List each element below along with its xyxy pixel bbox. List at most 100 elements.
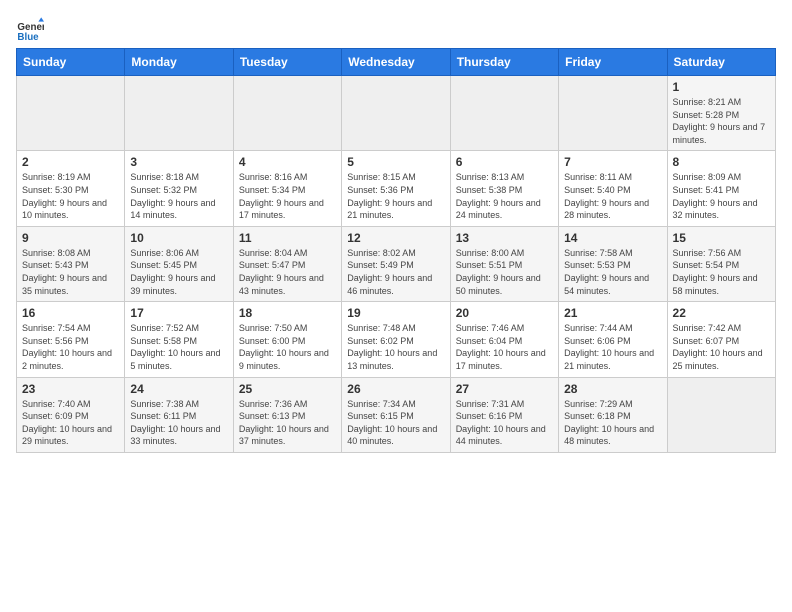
calendar-day-cell (450, 76, 558, 151)
day-number: 19 (347, 306, 444, 320)
calendar-day-cell: 22Sunrise: 7:42 AM Sunset: 6:07 PM Dayli… (667, 302, 775, 377)
calendar-day-cell: 2Sunrise: 8:19 AM Sunset: 5:30 PM Daylig… (17, 151, 125, 226)
day-info: Sunrise: 7:44 AM Sunset: 6:06 PM Dayligh… (564, 322, 661, 372)
day-number: 4 (239, 155, 336, 169)
day-info: Sunrise: 7:46 AM Sunset: 6:04 PM Dayligh… (456, 322, 553, 372)
day-info: Sunrise: 8:21 AM Sunset: 5:28 PM Dayligh… (673, 96, 770, 146)
calendar-day-cell: 24 Sunrise: 7:38 AM Sunset: 6:11 PM Dayli… (125, 377, 233, 452)
day-number: 27 (456, 382, 553, 396)
calendar-day-cell (342, 76, 450, 151)
day-number: 26 (347, 382, 444, 396)
day-number: 15 (673, 231, 770, 245)
day-number: 14 (564, 231, 661, 245)
day-info: Sunrise: 8:08 AM Sunset: 5:43 PM Dayligh… (22, 247, 119, 297)
day-info: Sunrise: 7:48 AM Sunset: 6:02 PM Dayligh… (347, 322, 444, 372)
day-info: Sunrise: 7:31 AM Sunset: 6:16 PM Dayligh… (456, 398, 553, 448)
day-info: Sunrise: 7:40 AM Sunset: 6:09 PM Dayligh… (22, 398, 119, 448)
calendar-week-row: 1 Sunrise: 8:21 AM Sunset: 5:28 PM Daylig… (17, 76, 776, 151)
day-number: 17 (130, 306, 227, 320)
calendar-day-cell: 5 Sunrise: 8:15 AM Sunset: 5:36 PM Daylig… (342, 151, 450, 226)
calendar-day-cell (125, 76, 233, 151)
calendar-day-cell: 13 Sunrise: 8:00 AM Sunset: 5:51 PM Dayli… (450, 226, 558, 301)
calendar-week-row: 23Sunrise: 7:40 AM Sunset: 6:09 PM Dayli… (17, 377, 776, 452)
day-info: Sunrise: 7:54 AM Sunset: 5:56 PM Dayligh… (22, 322, 119, 372)
calendar-day-cell: 4 Sunrise: 8:16 AM Sunset: 5:34 PM Daylig… (233, 151, 341, 226)
day-number: 12 (347, 231, 444, 245)
day-info: Sunrise: 7:34 AM Sunset: 6:15 PM Dayligh… (347, 398, 444, 448)
calendar-day-cell: 17 Sunrise: 7:52 AM Sunset: 5:58 PM Dayli… (125, 302, 233, 377)
weekday-header: Sunday (17, 49, 125, 76)
calendar-day-cell: 20 Sunrise: 7:46 AM Sunset: 6:04 PM Dayli… (450, 302, 558, 377)
svg-text:Blue: Blue (17, 32, 39, 43)
weekday-header: Saturday (667, 49, 775, 76)
day-number: 13 (456, 231, 553, 245)
weekday-header: Tuesday (233, 49, 341, 76)
calendar-day-cell: 15 Sunrise: 7:56 AM Sunset: 5:54 PM Dayli… (667, 226, 775, 301)
day-info: Sunrise: 7:38 AM Sunset: 6:11 PM Dayligh… (130, 398, 227, 448)
calendar-day-cell: 6 Sunrise: 8:13 AM Sunset: 5:38 PM Daylig… (450, 151, 558, 226)
logo-icon: General Blue (16, 16, 44, 44)
calendar-day-cell: 3 Sunrise: 8:18 AM Sunset: 5:32 PM Daylig… (125, 151, 233, 226)
day-info: Sunrise: 8:04 AM Sunset: 5:47 PM Dayligh… (239, 247, 336, 297)
day-info: Sunrise: 8:06 AM Sunset: 5:45 PM Dayligh… (130, 247, 227, 297)
day-info: Sunrise: 7:42 AM Sunset: 6:07 PM Dayligh… (673, 322, 770, 372)
day-info: Sunrise: 8:15 AM Sunset: 5:36 PM Dayligh… (347, 171, 444, 221)
day-info: Sunrise: 7:29 AM Sunset: 6:18 PM Dayligh… (564, 398, 661, 448)
page-header: General Blue (16, 16, 776, 44)
day-number: 18 (239, 306, 336, 320)
weekday-header: Friday (559, 49, 667, 76)
calendar-day-cell: 16 Sunrise: 7:54 AM Sunset: 5:56 PM Dayli… (17, 302, 125, 377)
calendar-day-cell: 9 Sunrise: 8:08 AM Sunset: 5:43 PM Daylig… (17, 226, 125, 301)
day-info: Sunrise: 7:56 AM Sunset: 5:54 PM Dayligh… (673, 247, 770, 297)
calendar-day-cell: 12 Sunrise: 8:02 AM Sunset: 5:49 PM Dayli… (342, 226, 450, 301)
calendar-day-cell: 28 Sunrise: 7:29 AM Sunset: 6:18 PM Dayli… (559, 377, 667, 452)
day-info: Sunrise: 7:58 AM Sunset: 5:53 PM Dayligh… (564, 247, 661, 297)
weekday-header: Monday (125, 49, 233, 76)
day-number: 10 (130, 231, 227, 245)
day-number: 28 (564, 382, 661, 396)
day-info: Sunrise: 8:11 AM Sunset: 5:40 PM Dayligh… (564, 171, 661, 221)
day-info: Sunrise: 8:00 AM Sunset: 5:51 PM Dayligh… (456, 247, 553, 297)
calendar-day-cell: 14 Sunrise: 7:58 AM Sunset: 5:53 PM Dayli… (559, 226, 667, 301)
day-info: Sunrise: 8:18 AM Sunset: 5:32 PM Dayligh… (130, 171, 227, 221)
day-info: Sunrise: 8:13 AM Sunset: 5:38 PM Dayligh… (456, 171, 553, 221)
calendar-day-cell: 19 Sunrise: 7:48 AM Sunset: 6:02 PM Dayli… (342, 302, 450, 377)
calendar-day-cell: 10 Sunrise: 8:06 AM Sunset: 5:45 PM Dayli… (125, 226, 233, 301)
day-number: 24 (130, 382, 227, 396)
day-info: Sunrise: 7:36 AM Sunset: 6:13 PM Dayligh… (239, 398, 336, 448)
calendar-day-cell: 25Sunrise: 7:36 AM Sunset: 6:13 PM Dayli… (233, 377, 341, 452)
calendar-day-cell: 8 Sunrise: 8:09 AM Sunset: 5:41 PM Daylig… (667, 151, 775, 226)
day-number: 16 (22, 306, 119, 320)
day-number: 9 (22, 231, 119, 245)
calendar-day-cell: 1 Sunrise: 8:21 AM Sunset: 5:28 PM Daylig… (667, 76, 775, 151)
day-number: 11 (239, 231, 336, 245)
day-info: Sunrise: 7:50 AM Sunset: 6:00 PM Dayligh… (239, 322, 336, 372)
day-number: 7 (564, 155, 661, 169)
calendar-week-row: 2Sunrise: 8:19 AM Sunset: 5:30 PM Daylig… (17, 151, 776, 226)
day-info: Sunrise: 8:02 AM Sunset: 5:49 PM Dayligh… (347, 247, 444, 297)
day-info: Sunrise: 7:52 AM Sunset: 5:58 PM Dayligh… (130, 322, 227, 372)
calendar-week-row: 16 Sunrise: 7:54 AM Sunset: 5:56 PM Dayli… (17, 302, 776, 377)
day-number: 3 (130, 155, 227, 169)
day-number: 20 (456, 306, 553, 320)
day-info: Sunrise: 8:19 AM Sunset: 5:30 PM Dayligh… (22, 171, 119, 221)
calendar-day-cell: 26 Sunrise: 7:34 AM Sunset: 6:15 PM Dayli… (342, 377, 450, 452)
calendar-header-row: SundayMondayTuesdayWednesdayThursdayFrid… (17, 49, 776, 76)
day-info: Sunrise: 8:09 AM Sunset: 5:41 PM Dayligh… (673, 171, 770, 221)
calendar-table: SundayMondayTuesdayWednesdayThursdayFrid… (16, 48, 776, 453)
day-number: 5 (347, 155, 444, 169)
calendar-day-cell: 18 Sunrise: 7:50 AM Sunset: 6:00 PM Dayli… (233, 302, 341, 377)
calendar-day-cell (559, 76, 667, 151)
weekday-header: Wednesday (342, 49, 450, 76)
calendar-day-cell: 7 Sunrise: 8:11 AM Sunset: 5:40 PM Daylig… (559, 151, 667, 226)
day-number: 6 (456, 155, 553, 169)
day-number: 1 (673, 80, 770, 94)
day-info: Sunrise: 8:16 AM Sunset: 5:34 PM Dayligh… (239, 171, 336, 221)
calendar-day-cell (667, 377, 775, 452)
weekday-header: Thursday (450, 49, 558, 76)
logo: General Blue (16, 16, 48, 44)
calendar-day-cell (233, 76, 341, 151)
calendar-day-cell: 11 Sunrise: 8:04 AM Sunset: 5:47 PM Dayli… (233, 226, 341, 301)
day-number: 8 (673, 155, 770, 169)
calendar-day-cell (17, 76, 125, 151)
